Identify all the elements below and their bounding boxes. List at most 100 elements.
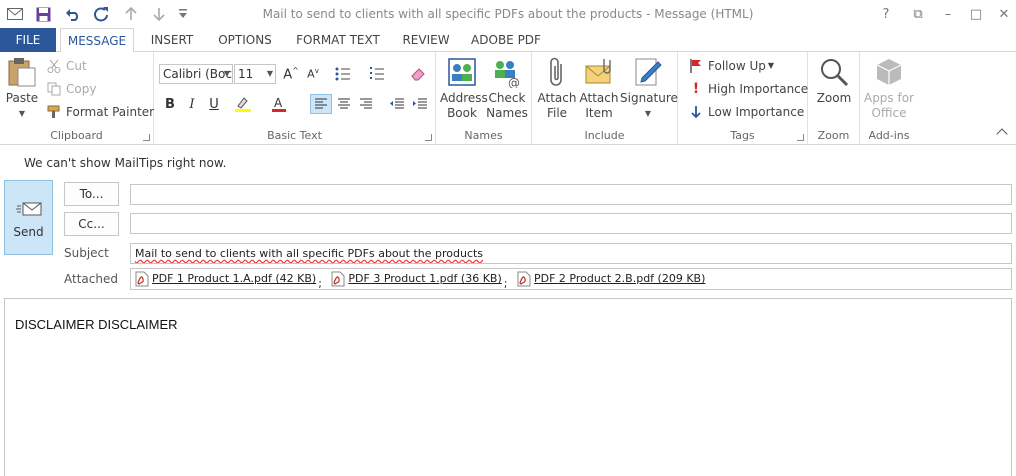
down-arrow-blue-icon — [688, 104, 704, 120]
check-names-button[interactable]: @ Check Names — [486, 56, 528, 121]
align-center-button[interactable] — [333, 94, 355, 114]
zoom-button[interactable]: Zoom — [812, 56, 856, 106]
close-button[interactable]: ✕ — [992, 3, 1016, 25]
message-body[interactable]: DISCLAIMER DISCLAIMER — [4, 298, 1012, 476]
add-ins-group-label: Add-ins — [868, 129, 910, 142]
paste-button[interactable]: Paste ▼ — [4, 56, 40, 121]
group-names: Address Book @ Check Names Names — [436, 52, 532, 145]
italic-button[interactable]: I — [181, 94, 203, 114]
copy-icon — [46, 81, 62, 97]
tab-adobe-pdf[interactable]: ADOBE PDF — [464, 28, 548, 52]
attach-file-button[interactable]: Attach File — [536, 56, 578, 121]
attachment-item[interactable]: PDF 2 Product 2.B.pdf (209 KB) — [517, 269, 705, 288]
format-painter-label: Format Painter — [66, 105, 155, 119]
font-size-combo[interactable]: 11 ▼ — [234, 64, 276, 84]
eraser-icon — [411, 68, 425, 81]
flag-icon — [688, 58, 704, 74]
tab-options[interactable]: OPTIONS — [210, 28, 280, 52]
include-group-label: Include — [584, 129, 625, 142]
bullets-button[interactable] — [332, 64, 354, 84]
basic-text-launcher-icon[interactable] — [425, 134, 432, 141]
attachment-item[interactable]: PDF 3 Product 1.pdf (36 KB) — [331, 269, 502, 288]
signature-icon — [632, 56, 664, 88]
underline-icon: U — [209, 96, 219, 112]
tags-group-label: Tags — [730, 129, 755, 142]
clear-formatting-button[interactable] — [408, 64, 430, 84]
grow-font-button[interactable]: A^ — [280, 64, 302, 84]
ribbon-display-options-button[interactable]: ⧉ — [906, 3, 930, 25]
title-bar: Mail to send to clients with all specifi… — [0, 0, 1016, 28]
check-names-label-1: Check — [488, 91, 526, 105]
shrink-font-icon: Av — [307, 67, 319, 81]
collapse-ribbon-icon[interactable] — [996, 128, 1008, 140]
cut-button[interactable]: Cut — [46, 56, 87, 76]
tab-file[interactable]: FILE — [0, 28, 56, 52]
signature-label: Signature — [620, 91, 678, 105]
follow-up-button[interactable]: Follow Up ▼ — [688, 56, 774, 76]
attach-item-label-2: Item — [585, 106, 613, 120]
zoom-group-label: Zoom — [817, 129, 850, 142]
send-button[interactable]: Send — [4, 180, 53, 255]
numbering-button[interactable] — [366, 64, 388, 84]
tab-review[interactable]: REVIEW — [394, 28, 458, 52]
apps-cube-icon — [873, 56, 905, 88]
to-button[interactable]: To... — [64, 182, 119, 206]
grow-font-icon: A^ — [283, 65, 299, 83]
cut-label: Cut — [66, 59, 87, 73]
paste-dropdown-icon[interactable]: ▼ — [4, 106, 40, 121]
paste-label: Paste — [5, 91, 39, 105]
increase-indent-button[interactable] — [409, 94, 431, 114]
cc-button[interactable]: Cc... — [64, 212, 119, 236]
cc-field[interactable] — [130, 213, 1012, 234]
subject-field[interactable]: Mail to send to clients with all specifi… — [130, 243, 1012, 264]
clipboard-launcher-icon[interactable] — [143, 134, 150, 141]
font-color-button[interactable]: A — [268, 94, 290, 114]
tab-insert[interactable]: INSERT — [140, 28, 204, 52]
high-importance-label: High Importance — [708, 82, 809, 96]
tab-message[interactable]: MESSAGE — [60, 28, 134, 53]
numbering-icon — [370, 67, 384, 80]
follow-up-label: Follow Up — [708, 59, 766, 73]
attachment-item[interactable]: PDF 1 Product 1.A.pdf (42 KB) — [135, 269, 316, 288]
apps-for-office-button[interactable]: Apps for Office — [862, 56, 916, 121]
attach-file-label-1: Attach — [537, 91, 577, 105]
tab-format-text[interactable]: FORMAT TEXT — [288, 28, 388, 52]
signature-button[interactable]: Signature ▼ — [620, 56, 678, 121]
group-clipboard: Paste ▼ Cut Copy Format Painter Clipboar… — [0, 52, 154, 145]
address-book-button[interactable]: Address Book — [440, 56, 488, 121]
shrink-font-button[interactable]: Av — [302, 64, 324, 84]
attach-item-button[interactable]: Attach Item — [578, 56, 620, 121]
align-right-button[interactable] — [355, 94, 377, 114]
signature-dropdown-icon[interactable]: ▼ — [620, 106, 676, 121]
format-painter-button[interactable]: Format Painter — [46, 102, 154, 122]
font-color-icon: A — [272, 96, 286, 112]
ribbon: Paste ▼ Cut Copy Format Painter Clipboar… — [0, 52, 1016, 145]
font-size-dropdown-icon: ▼ — [266, 69, 273, 78]
low-importance-button[interactable]: Low Importance — [688, 102, 804, 122]
svg-text:A: A — [274, 96, 283, 110]
attachments-field: PDF 1 Product 1.A.pdf (42 KB) ; PDF 3 Pr… — [130, 268, 1012, 290]
font-dropdown-icon: ▼ — [223, 69, 230, 78]
bold-button[interactable]: B — [159, 94, 181, 114]
check-names-icon: @ — [491, 56, 523, 90]
align-left-button[interactable] — [310, 94, 332, 114]
increase-indent-icon — [413, 98, 427, 109]
to-field[interactable] — [130, 184, 1012, 205]
high-importance-button[interactable]: ! High Importance — [688, 79, 808, 99]
tags-launcher-icon[interactable] — [797, 134, 804, 141]
help-button[interactable]: ? — [874, 3, 898, 25]
copy-button[interactable]: Copy — [46, 79, 96, 99]
attached-label: Attached — [64, 272, 118, 286]
body-text: DISCLAIMER DISCLAIMER — [15, 317, 178, 332]
font-name-combo[interactable]: Calibri (Boc ▼ — [159, 64, 233, 84]
maximize-button[interactable]: □ — [964, 3, 988, 25]
subject-value: Mail to send to clients with all specifi… — [135, 247, 484, 260]
pdf-file-icon — [331, 271, 345, 286]
minimize-button[interactable]: – — [936, 3, 960, 25]
svg-text:@: @ — [508, 76, 520, 88]
underline-button[interactable]: U — [203, 94, 225, 114]
highlight-button[interactable] — [232, 94, 254, 114]
scissors-icon — [46, 58, 62, 74]
low-importance-label: Low Importance — [708, 105, 805, 119]
decrease-indent-button[interactable] — [386, 94, 408, 114]
